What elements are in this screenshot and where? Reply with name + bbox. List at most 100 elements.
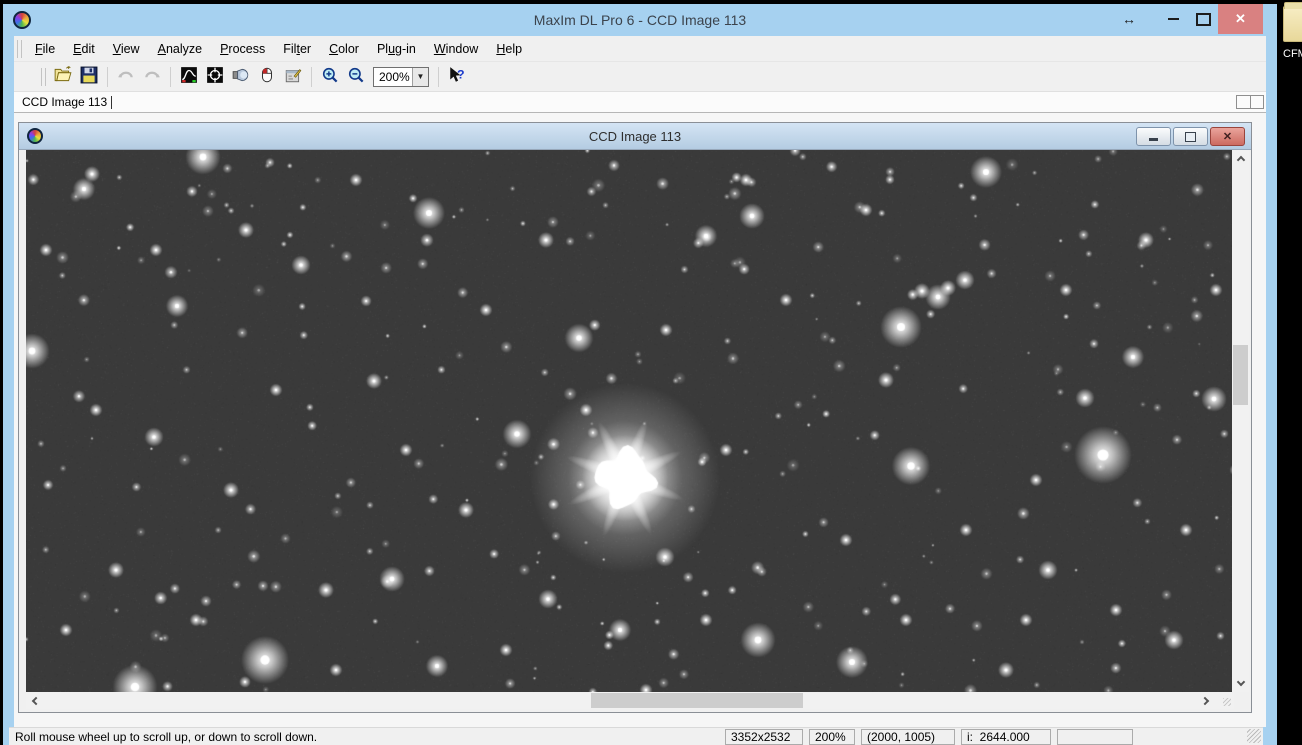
menu-bar-items: FileEditViewAnalyzeProcessFilterColorPlu… bbox=[26, 38, 531, 60]
menu-item-plugin[interactable]: Plug-in bbox=[368, 38, 425, 60]
zoom-in-icon bbox=[321, 66, 339, 87]
doc-minimize-button[interactable] bbox=[1136, 127, 1171, 146]
vertical-scroll-track[interactable] bbox=[1232, 167, 1249, 675]
mouse-icon bbox=[258, 66, 276, 87]
minimize-button[interactable] bbox=[1158, 4, 1188, 34]
screen-stretch-icon bbox=[180, 66, 198, 87]
status-pixel-intensity: i: 2644.000 bbox=[961, 729, 1051, 745]
status-message: Roll mouse wheel up to scroll up, or dow… bbox=[9, 730, 725, 744]
toolbar-grip[interactable] bbox=[41, 68, 46, 86]
document-tab-bar: CCD Image 113 bbox=[14, 92, 1266, 113]
window-content: FileEditViewAnalyzeProcessFilterColorPlu… bbox=[14, 36, 1266, 727]
menu-item-help[interactable]: Help bbox=[487, 38, 531, 60]
screen-stretch-button[interactable] bbox=[177, 65, 201, 89]
menu-item-file[interactable]: File bbox=[26, 38, 64, 60]
undo-icon bbox=[117, 66, 135, 87]
ccd-starfield-image[interactable] bbox=[26, 150, 1232, 692]
title-bar[interactable]: MaxIm DL Pro 6 - CCD Image 113 ↔ bbox=[3, 4, 1277, 36]
maximize-button[interactable] bbox=[1188, 4, 1218, 34]
menu-item-filter[interactable]: Filter bbox=[274, 38, 320, 60]
chevron-left-icon bbox=[32, 696, 40, 704]
zoom-level-combo[interactable]: 200% ▼ bbox=[373, 67, 429, 87]
svg-text:?: ? bbox=[457, 67, 465, 81]
mdi-client-area: CCD Image 113 bbox=[14, 113, 1266, 727]
doc-close-button[interactable] bbox=[1210, 127, 1245, 146]
tab-scroll-right[interactable] bbox=[1251, 96, 1264, 108]
mouse-control-button[interactable] bbox=[255, 65, 279, 89]
crosshair-icon bbox=[206, 66, 224, 87]
status-image-size: 3352x2532 bbox=[725, 729, 803, 745]
menu-bar: FileEditViewAnalyzeProcessFilterColorPlu… bbox=[14, 36, 1266, 62]
document-title: CCD Image 113 bbox=[19, 129, 1251, 144]
desktop-icon-label: CFM, bbox=[1283, 48, 1302, 60]
chevron-up-icon bbox=[1236, 156, 1244, 164]
zoom-out-icon bbox=[347, 66, 365, 87]
status-bar: Roll mouse wheel up to scroll up, or dow… bbox=[9, 727, 1263, 745]
scroll-up-button[interactable] bbox=[1232, 150, 1249, 167]
toolbar-separator bbox=[438, 67, 439, 87]
ccd-image-document-window: CCD Image 113 bbox=[18, 122, 1252, 713]
zoom-out-button[interactable] bbox=[344, 65, 368, 89]
scroll-right-button[interactable] bbox=[1198, 692, 1215, 709]
toolbar: 200% ▼ ? bbox=[14, 62, 1266, 92]
undo-button[interactable] bbox=[114, 65, 138, 89]
menu-item-process[interactable]: Process bbox=[211, 38, 274, 60]
redo-button[interactable] bbox=[140, 65, 164, 89]
status-empty-panel bbox=[1057, 729, 1133, 745]
status-zoom: 200% bbox=[809, 729, 855, 745]
horizontal-scrollbar[interactable] bbox=[26, 692, 1215, 709]
close-button[interactable] bbox=[1218, 4, 1263, 34]
desktop-icon-cfm[interactable]: CFM, bbox=[1283, 6, 1302, 60]
tab-scroll-left[interactable] bbox=[1237, 96, 1251, 108]
tab-ccd-image-113[interactable]: CCD Image 113 bbox=[14, 92, 118, 112]
night-vision-button[interactable] bbox=[229, 65, 253, 89]
document-body bbox=[19, 150, 1251, 712]
context-help-button[interactable]: ? bbox=[445, 65, 469, 89]
horizontal-scroll-thumb[interactable] bbox=[591, 693, 803, 708]
desktop: CFM, MaxIm DL Pro 6 - CCD Image 113 ↔ Fi… bbox=[0, 0, 1302, 745]
night-vision-bulb-icon bbox=[232, 66, 250, 87]
scroll-left-button[interactable] bbox=[26, 692, 43, 709]
document-logo-icon bbox=[27, 128, 43, 144]
zoom-in-button[interactable] bbox=[318, 65, 342, 89]
folder-icon bbox=[1283, 6, 1302, 42]
vertical-scrollbar[interactable] bbox=[1232, 150, 1249, 692]
window-title: MaxIm DL Pro 6 - CCD Image 113 bbox=[3, 12, 1277, 28]
horizontal-scroll-track[interactable] bbox=[43, 692, 1198, 709]
help-arrow-icon: ? bbox=[448, 66, 466, 87]
scroll-down-button[interactable] bbox=[1232, 675, 1249, 692]
menu-item-color[interactable]: Color bbox=[320, 38, 368, 60]
menu-item-view[interactable]: View bbox=[104, 38, 149, 60]
menu-item-edit[interactable]: Edit bbox=[64, 38, 104, 60]
toolbar-separator bbox=[311, 67, 312, 87]
tab-label: CCD Image 113 bbox=[22, 95, 107, 109]
menu-item-analyze[interactable]: Analyze bbox=[149, 38, 211, 60]
zoom-level-value: 200% bbox=[374, 70, 412, 84]
combo-dropdown-button[interactable]: ▼ bbox=[412, 68, 428, 86]
open-folder-icon bbox=[54, 66, 72, 87]
save-button[interactable] bbox=[77, 65, 101, 89]
menubar-grip[interactable] bbox=[17, 40, 22, 58]
tab-caret bbox=[111, 96, 112, 109]
resize-arrows-icon[interactable]: ↔ bbox=[1114, 4, 1144, 34]
redo-icon bbox=[143, 66, 161, 87]
toolbar-separator bbox=[170, 67, 171, 87]
open-button[interactable] bbox=[51, 65, 75, 89]
resize-grip[interactable] bbox=[1247, 729, 1261, 743]
tab-scroll-buttons[interactable] bbox=[1236, 95, 1264, 109]
vertical-scroll-thumb[interactable] bbox=[1233, 345, 1248, 405]
information-window-button[interactable] bbox=[203, 65, 227, 89]
maxim-dl-logo-icon bbox=[13, 11, 31, 29]
settings-button[interactable] bbox=[281, 65, 305, 89]
document-title-bar[interactable]: CCD Image 113 bbox=[19, 123, 1251, 150]
toolbar-separator bbox=[107, 67, 108, 87]
status-cursor-coords: (2000, 1005) bbox=[861, 729, 955, 745]
menu-item-window[interactable]: Window bbox=[425, 38, 487, 60]
maxim-dl-window: MaxIm DL Pro 6 - CCD Image 113 ↔ FileEdi… bbox=[3, 4, 1277, 745]
chevron-down-icon bbox=[1236, 678, 1244, 686]
scrollbar-corner bbox=[1215, 692, 1234, 709]
doc-restore-button[interactable] bbox=[1173, 127, 1208, 146]
settings-sheet-icon bbox=[284, 66, 302, 87]
save-floppy-icon bbox=[80, 66, 98, 87]
chevron-right-icon bbox=[1201, 696, 1209, 704]
